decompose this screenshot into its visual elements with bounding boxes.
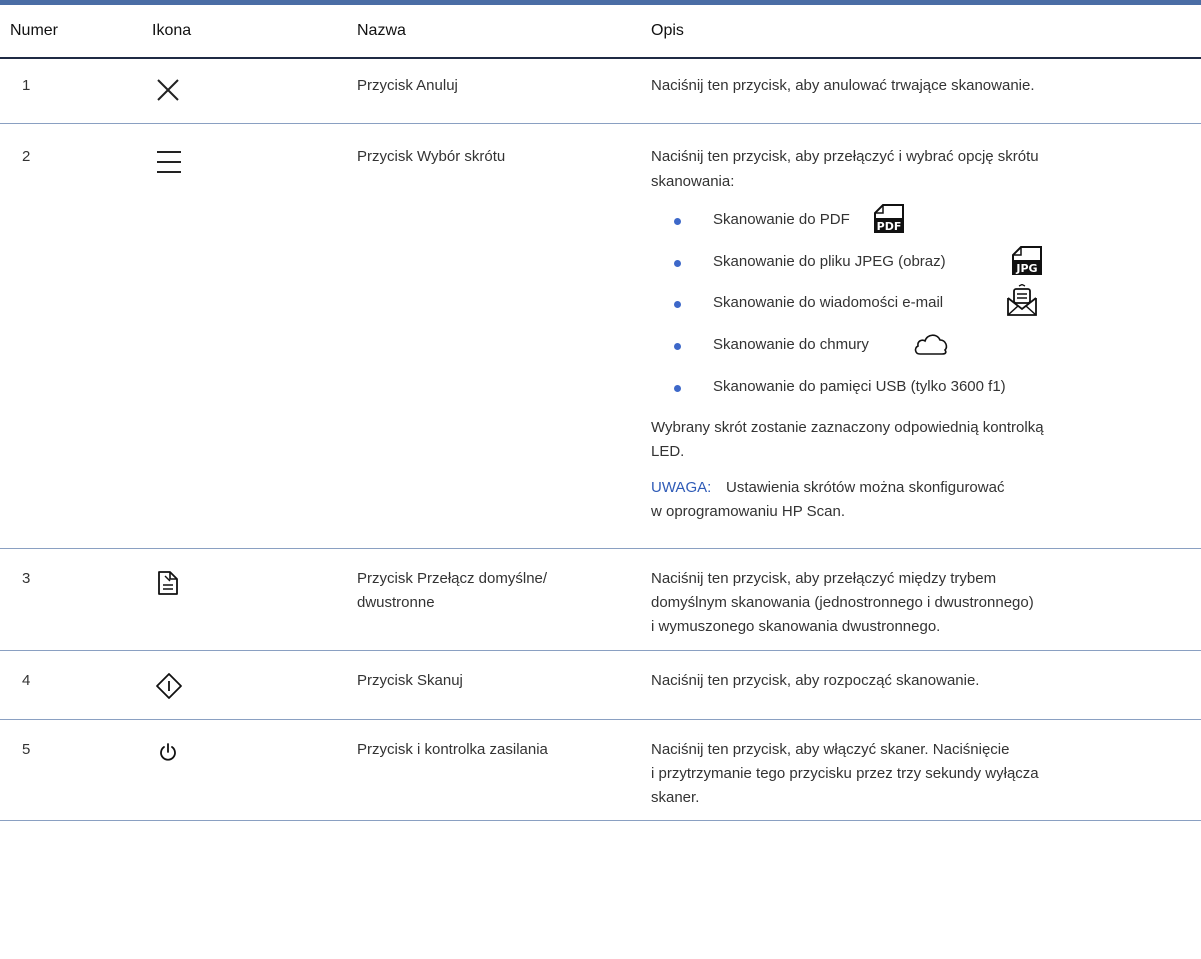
table-header: Numer Ikona Nazwa Opis — [0, 5, 1201, 59]
row-description-line: Wybrany skrót zostanie zaznaczony odpowi… — [651, 419, 1044, 436]
bullet-dot — [674, 343, 681, 350]
row-description-line: LED. — [651, 443, 685, 460]
row-number: 5 — [22, 741, 31, 758]
row-divider — [0, 548, 1201, 549]
row-number: 2 — [22, 148, 31, 165]
row-description-line: skanowania: — [651, 173, 735, 190]
header-nazwa: Nazwa — [357, 22, 406, 39]
cloud-icon — [914, 334, 948, 355]
table-bottom-divider — [0, 820, 1201, 821]
row-name-line: dwustronne — [357, 594, 435, 611]
row-description-line: Naciśnij ten przycisk, aby przełączyć i … — [651, 148, 1039, 165]
row-description-line: skaner. — [651, 789, 700, 806]
row-name-line: Przycisk Przełącz domyślne/ — [357, 570, 548, 587]
header-numer: Numer — [10, 22, 59, 39]
note-label: UWAGA: — [651, 479, 712, 496]
note-text-line: w oprogramowaniu HP Scan. — [651, 503, 845, 520]
close-icon — [157, 79, 179, 101]
pdf-icon-label: PDF — [877, 220, 902, 233]
list-item-text: Skanowanie do pamięci USB (tylko 3600 f1… — [713, 378, 1006, 395]
list-item-text: Skanowanie do pliku JPEG (obraz) — [713, 253, 946, 270]
bullet-dot — [674, 301, 681, 308]
row-description-line: Naciśnij ten przycisk, aby włączyć skane… — [651, 741, 1010, 758]
row-number: 3 — [22, 570, 31, 587]
list-item-text: Skanowanie do chmury — [713, 336, 869, 353]
pdf-file-icon: PDF — [874, 204, 904, 233]
menu-icon — [157, 151, 181, 173]
row-name: Przycisk Skanuj — [357, 672, 463, 689]
row-description-line: domyślnym skanowania (jednostronnego i d… — [651, 594, 1034, 611]
jpg-file-icon: JPG — [1012, 246, 1042, 275]
bullet-dot — [674, 385, 681, 392]
row-divider — [0, 123, 1201, 124]
email-icon — [1007, 284, 1037, 316]
row-description: Naciśnij ten przycisk, aby rozpocząć ska… — [651, 672, 980, 689]
bullet-dot — [674, 218, 681, 225]
scan-start-icon — [156, 673, 182, 699]
header-ikona: Ikona — [152, 22, 192, 39]
row-description: Naciśnij ten przycisk, aby anulować trwa… — [651, 77, 1035, 94]
row-number: 4 — [22, 672, 31, 689]
row-divider — [0, 650, 1201, 651]
row-description-line: i wymuszonego skanowania dwustronnego. — [651, 618, 941, 635]
row-description-line: i przytrzymanie tego przycisku przez trz… — [651, 765, 1039, 782]
row-name: Przycisk Wybór skrótu — [357, 148, 506, 165]
header-opis: Opis — [651, 22, 684, 39]
duplex-document-icon — [158, 571, 178, 595]
list-item-text: Skanowanie do PDF — [713, 211, 850, 228]
row-number: 1 — [22, 77, 31, 94]
row-divider — [0, 719, 1201, 720]
row-name: Przycisk i kontrolka zasilania — [357, 741, 548, 758]
row-name: Przycisk Anuluj — [357, 77, 458, 94]
jpg-icon-label: JPG — [1015, 262, 1037, 275]
list-item-text: Skanowanie do wiadomości e-mail — [713, 294, 944, 311]
bullet-dot — [674, 260, 681, 267]
row-description-line: Naciśnij ten przycisk, aby przełączyć mi… — [651, 570, 997, 587]
note-text-line: Ustawienia skrótów można skonfigurować — [726, 479, 1005, 496]
power-icon — [160, 743, 176, 761]
